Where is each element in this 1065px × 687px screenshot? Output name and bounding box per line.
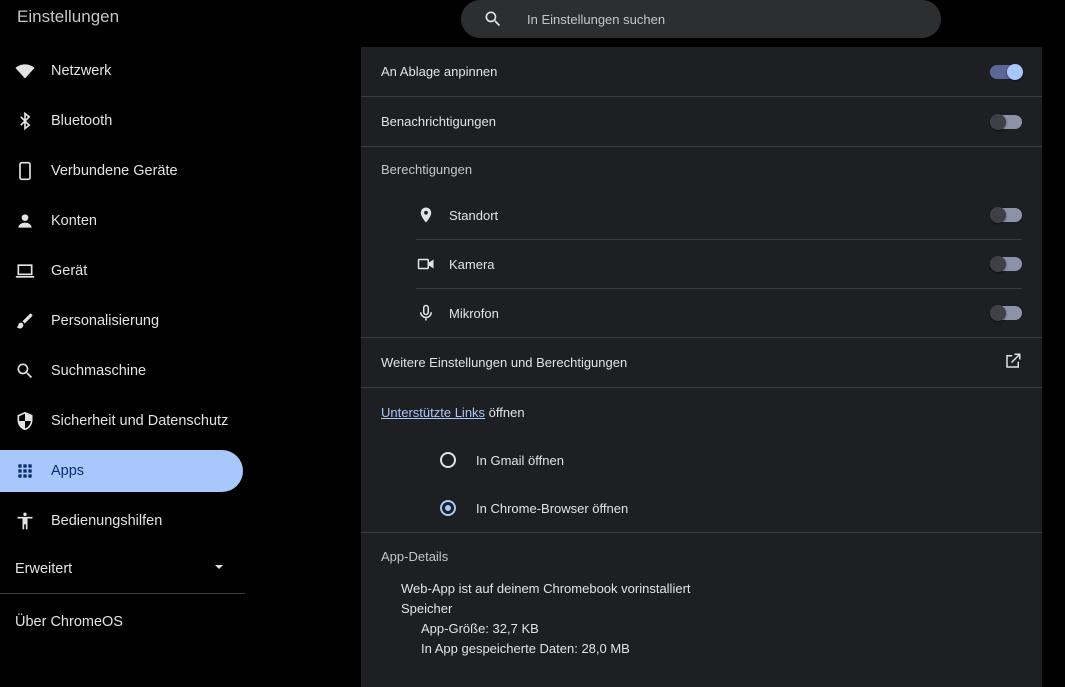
- permission-camera-row[interactable]: Kamera: [416, 240, 1022, 289]
- storage-heading: Speicher: [401, 601, 453, 616]
- permission-location-row[interactable]: Standort: [416, 191, 1022, 240]
- search-icon: [483, 9, 503, 29]
- sidebar-item-about[interactable]: Über ChromeOS: [0, 594, 245, 650]
- sidebar-item-label: Personalisierung: [51, 313, 160, 329]
- accessibility-icon: [15, 511, 35, 531]
- sidebar-item-label: Sicherheit und Datenschutz: [51, 413, 229, 429]
- mic-toggle[interactable]: [990, 305, 1022, 321]
- caret-down-icon: [213, 561, 225, 577]
- sidebar-item-bedienungshilfen[interactable]: Bedienungshilfen: [0, 500, 243, 542]
- app-title: Einstellungen: [17, 7, 120, 26]
- sidebar-item-label: Verbundene Geräte: [51, 163, 178, 179]
- radio-label: In Gmail öffnen: [476, 452, 564, 468]
- pin-to-shelf-row[interactable]: An Ablage anpinnen: [361, 47, 1042, 97]
- wifi-icon: [15, 61, 35, 81]
- toggle-knob: [1007, 63, 1023, 80]
- sidebar-item-netzwerk[interactable]: Netzwerk: [0, 50, 243, 92]
- sidebar-advanced-toggle[interactable]: Erweitert: [0, 548, 243, 590]
- open-external-icon[interactable]: [1004, 352, 1022, 373]
- camera-toggle[interactable]: [990, 256, 1022, 272]
- about-label: Über ChromeOS: [15, 614, 123, 630]
- supported-links-link[interactable]: Unterstützte Links: [381, 405, 485, 420]
- sidebar-item-label: Bluetooth: [51, 113, 113, 129]
- sidebar-item-label: Bedienungshilfen: [51, 513, 163, 529]
- radio-open-chrome[interactable]: In Chrome-Browser öffnen: [361, 484, 1042, 533]
- app-details-heading: App-Details: [381, 548, 449, 564]
- sidebar-item-personalisierung[interactable]: Personalisierung: [0, 300, 243, 342]
- bluetooth-icon: [15, 111, 35, 131]
- pin-toggle[interactable]: [990, 63, 1023, 80]
- advanced-label: Erweitert: [15, 561, 73, 577]
- sidebar-item-suchmaschine[interactable]: Suchmaschine: [0, 350, 243, 392]
- sidebar-item-label: Suchmaschine: [51, 363, 147, 379]
- permission-label: Kamera: [449, 256, 495, 272]
- sidebar: Netzwerk Bluetooth Verbundene Geräte Kon…: [0, 50, 245, 650]
- radio-button[interactable]: [440, 500, 456, 516]
- permissions-heading: Berechtigungen: [381, 161, 473, 177]
- sidebar-item-apps[interactable]: Apps: [0, 450, 243, 492]
- app-size: App-Größe: 32,7 KB: [421, 621, 539, 636]
- search-icon: [15, 361, 35, 381]
- brush-icon: [15, 311, 35, 331]
- sidebar-item-sicherheit[interactable]: Sicherheit und Datenschutz: [0, 400, 243, 442]
- mic-icon: [416, 303, 436, 323]
- supported-links-suffix: öffnen: [485, 404, 525, 420]
- app-details: App-Details Web-App ist auf deinem Chrom…: [361, 533, 1042, 659]
- radio-open-gmail[interactable]: In Gmail öffnen: [361, 436, 1042, 484]
- installed-info: Web-App ist auf deinem Chromebook vorins…: [401, 581, 691, 596]
- supported-links-heading: Unterstützte Links öffnen: [361, 388, 1042, 436]
- permission-label: Standort: [449, 207, 499, 223]
- location-icon: [416, 205, 436, 225]
- person-icon: [15, 211, 35, 231]
- sidebar-item-verbundene-geraete[interactable]: Verbundene Geräte: [0, 150, 243, 192]
- radio-label: In Chrome-Browser öffnen: [476, 500, 629, 516]
- sidebar-item-konten[interactable]: Konten: [0, 200, 243, 242]
- apps-grid-icon: [15, 461, 35, 481]
- toggle-knob: [990, 305, 1006, 321]
- notifications-label: Benachrichtigungen: [381, 114, 496, 129]
- camera-icon: [416, 254, 436, 274]
- location-toggle[interactable]: [990, 207, 1022, 223]
- notifications-row[interactable]: Benachrichtigungen: [361, 97, 1042, 147]
- toggle-knob: [990, 207, 1006, 223]
- sidebar-item-label: Gerät: [51, 263, 88, 279]
- sidebar-item-geraet[interactable]: Gerät: [0, 250, 243, 292]
- sidebar-item-label: Netzwerk: [51, 63, 112, 79]
- notifications-toggle[interactable]: [990, 113, 1022, 130]
- pin-label: An Ablage anpinnen: [381, 64, 498, 79]
- shield-icon: [15, 411, 35, 431]
- search-input[interactable]: [525, 10, 909, 28]
- search-bar[interactable]: [461, 0, 941, 38]
- more-settings-row[interactable]: Weitere Einstellungen und Berechtigungen: [361, 337, 1042, 388]
- sidebar-item-bluetooth[interactable]: Bluetooth: [0, 100, 243, 142]
- app-data-size: In App gespeicherte Daten: 28,0 MB: [421, 641, 630, 656]
- sidebar-item-label: Konten: [51, 213, 97, 229]
- phone-icon: [15, 161, 35, 181]
- more-settings-label: Weitere Einstellungen und Berechtigungen: [381, 355, 628, 370]
- radio-button[interactable]: [440, 452, 456, 468]
- toggle-knob: [990, 256, 1006, 272]
- sidebar-item-label: Apps: [51, 463, 85, 479]
- permission-label: Mikrofon: [449, 305, 499, 321]
- laptop-icon: [15, 261, 35, 281]
- permission-mic-row[interactable]: Mikrofon: [416, 289, 1022, 337]
- toggle-knob: [990, 113, 1006, 130]
- app-settings-panel: An Ablage anpinnen Benachrichtigungen Be…: [361, 47, 1042, 687]
